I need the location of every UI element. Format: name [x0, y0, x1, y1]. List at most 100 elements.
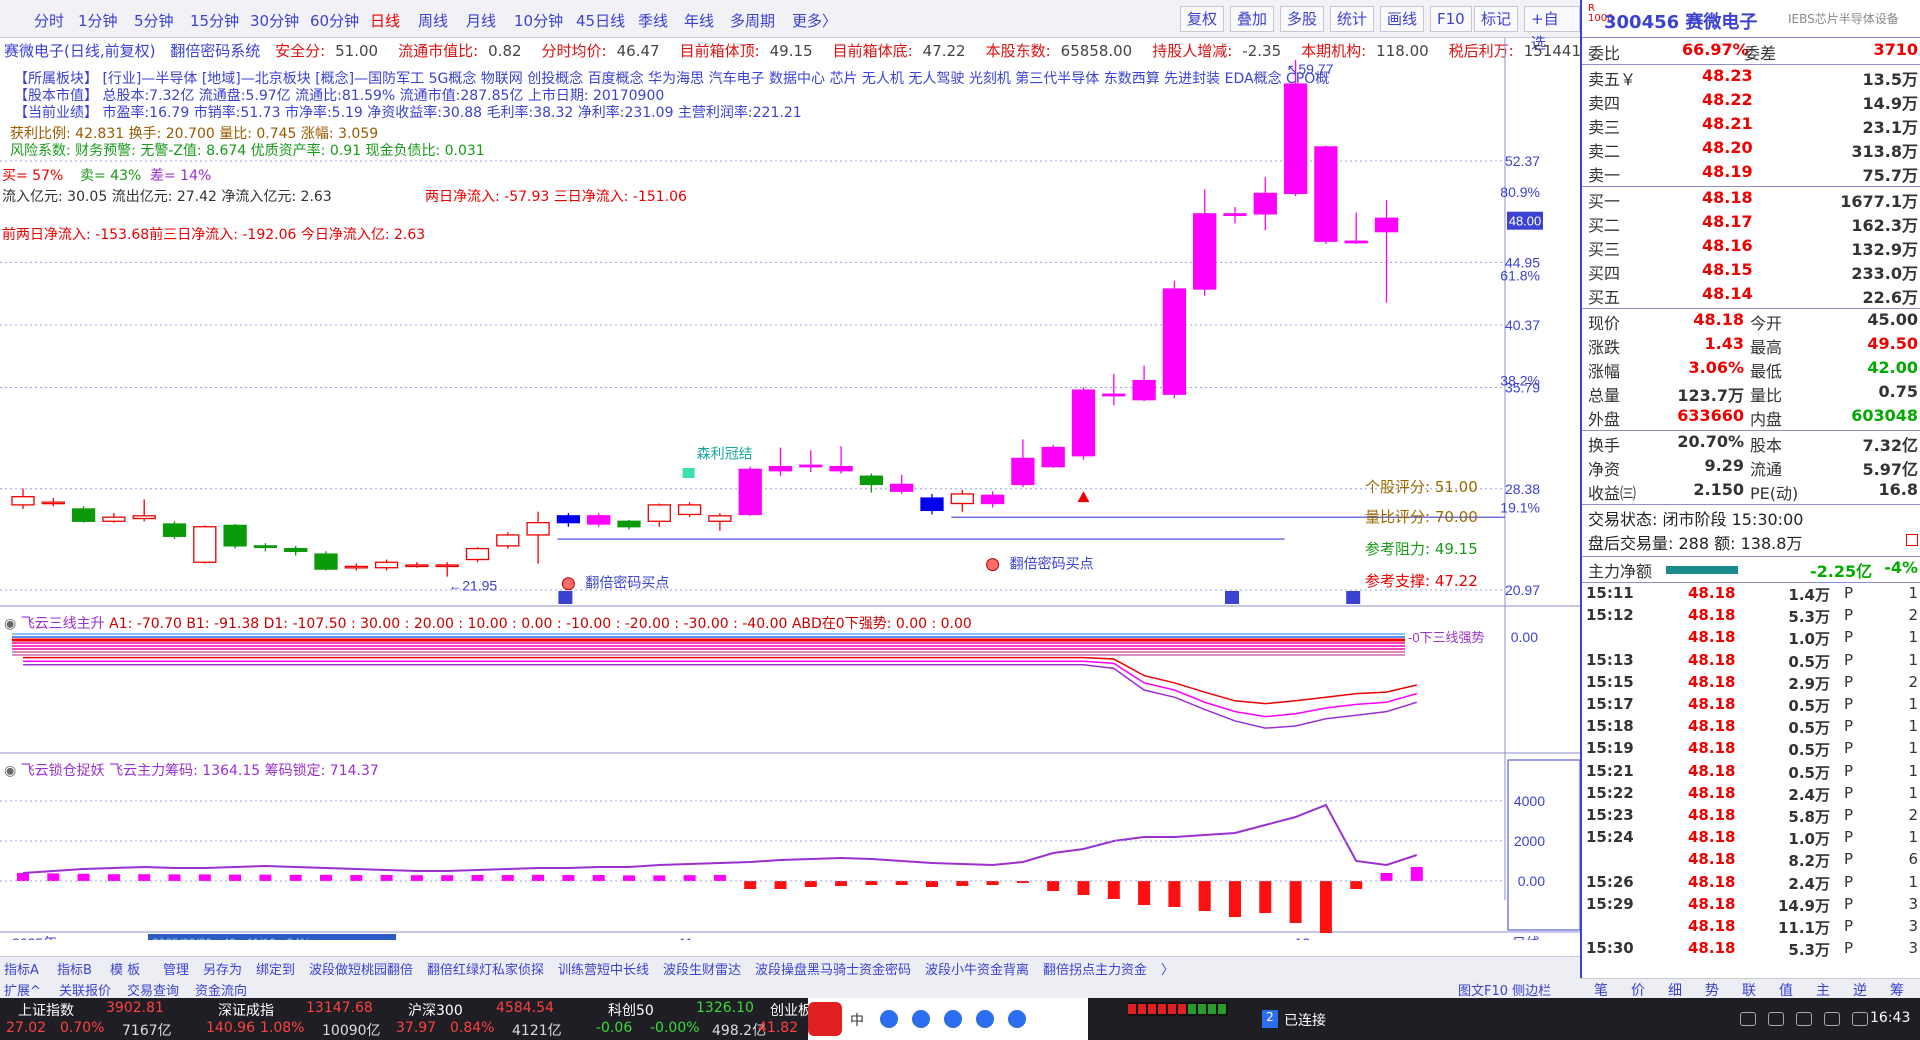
candle-body[interactable]	[162, 523, 187, 537]
candle-body[interactable]	[1041, 446, 1065, 468]
ask-row[interactable]: 卖五￥ 48.23 13.5万	[1582, 66, 1920, 90]
detail-tab[interactable]: 联	[1742, 980, 1756, 1000]
detail-tab[interactable]: 势	[1705, 980, 1719, 1000]
tray-icon-a[interactable]	[1768, 1012, 1784, 1026]
tray-icon-d[interactable]	[1852, 1012, 1868, 1026]
bid-row[interactable]: 买二 48.17 162.3万	[1582, 212, 1920, 236]
candle-body[interactable]	[617, 520, 641, 528]
buy-point-icon[interactable]	[986, 558, 1000, 572]
candle-body[interactable]	[920, 497, 944, 511]
period-tab[interactable]: 月线	[466, 10, 496, 31]
candle-body[interactable]	[526, 521, 550, 536]
toolbox-icon[interactable]	[1008, 1010, 1026, 1028]
candle-body[interactable]	[1011, 457, 1035, 486]
tray-icon-b[interactable]	[1796, 1012, 1812, 1026]
alert-icon[interactable]	[1906, 534, 1918, 546]
indicator-tab[interactable]: 波段做短桃园翻倍	[309, 959, 413, 978]
candle-body[interactable]	[223, 524, 247, 547]
tray-icon-c[interactable]	[1824, 1012, 1840, 1026]
extension-tab[interactable]: 扩展^	[4, 980, 41, 999]
candle-body[interactable]	[71, 508, 96, 522]
indicator-tab[interactable]: 翻倍红绿灯私家侦探	[427, 959, 544, 978]
period-tab[interactable]: 日线	[370, 10, 400, 31]
detail-tab[interactable]: 笔	[1594, 980, 1608, 1000]
candle-body[interactable]	[950, 493, 974, 505]
candle-body[interactable]	[102, 516, 126, 522]
index-item[interactable]: 上证指数 3902.81 27.02 0.70% 7167亿	[6, 998, 218, 1040]
candle-body[interactable]	[859, 475, 884, 486]
ask-row[interactable]: 卖四 48.22 14.9万	[1582, 90, 1920, 114]
bid-row[interactable]: 买四 48.15 233.0万	[1582, 260, 1920, 284]
period-tab[interactable]: 更多〉	[792, 10, 837, 31]
candle-body[interactable]	[405, 564, 429, 568]
candle-body[interactable]	[890, 483, 914, 492]
period-tab[interactable]: 多周期	[730, 10, 775, 31]
candle-body[interactable]	[11, 496, 35, 506]
candle-body[interactable]	[1193, 213, 1217, 290]
period-tab[interactable]: 5分钟	[134, 10, 174, 31]
indicator-tab[interactable]: 模 板	[110, 959, 140, 978]
indicator-tab[interactable]: 指标B	[57, 959, 92, 978]
period-tab[interactable]: 30分钟	[250, 10, 299, 31]
candle-body[interactable]	[768, 465, 793, 472]
candle-body[interactable]	[1102, 393, 1126, 397]
detail-tab[interactable]: 值	[1779, 980, 1793, 1000]
bid-row[interactable]: 买三 48.16 132.9万	[1582, 236, 1920, 260]
period-tab[interactable]: 季线	[638, 10, 668, 31]
tool-button[interactable]: 统计	[1330, 6, 1375, 32]
detail-tab[interactable]: 逆	[1853, 980, 1867, 1000]
ask-row[interactable]: 卖二 48.20 313.8万	[1582, 138, 1920, 162]
f10-sidebar-tab[interactable]: 图文F10 侧边栏	[1458, 980, 1551, 999]
indicator-tab[interactable]: 训练营短中长线	[558, 959, 649, 978]
period-tab[interactable]: 年线	[684, 10, 714, 31]
mic-icon[interactable]	[912, 1010, 930, 1028]
indicator-tab[interactable]: 波段操盘黑马骑士资金密码	[755, 959, 911, 978]
candle-body[interactable]	[1071, 389, 1096, 457]
candle-body[interactable]	[1374, 217, 1399, 233]
candle-body[interactable]	[253, 545, 278, 549]
tool-button[interactable]: 多股	[1280, 6, 1325, 32]
tool-button[interactable]: +自选	[1524, 6, 1580, 52]
candlestick-chart[interactable]: 翻倍密码买点翻倍密码买点森利冠结↖59.77←21.9552.3744.9540…	[0, 38, 1580, 940]
tool-button[interactable]: 标记	[1474, 6, 1519, 32]
candle-body[interactable]	[132, 515, 156, 520]
indicator-tab[interactable]: 波段生财雷达	[663, 959, 741, 978]
window-icon[interactable]	[1740, 1012, 1756, 1026]
candle-body[interactable]	[284, 547, 308, 552]
candle-body[interactable]	[980, 494, 1005, 505]
period-tab[interactable]: 10分钟	[514, 10, 563, 31]
period-tab[interactable]: 分时	[34, 10, 64, 31]
indicator-tab[interactable]: 波段小牛资金背离	[925, 959, 1029, 978]
detail-tab[interactable]: 主	[1816, 980, 1830, 1000]
candle-body[interactable]	[1344, 240, 1368, 244]
collapse-icon[interactable]: ◉	[4, 763, 16, 779]
indicator-tab[interactable]: 指标A	[4, 959, 39, 978]
candle-body[interactable]	[1283, 83, 1308, 195]
index-item[interactable]: 深证成指 13147.68 140.96 1.08% 10090亿	[206, 998, 418, 1040]
candle-body[interactable]	[1162, 288, 1187, 395]
tool-button[interactable]: F10	[1430, 6, 1472, 32]
period-tab[interactable]: 1分钟	[78, 10, 118, 31]
candle-body[interactable]	[374, 561, 399, 569]
bid-row[interactable]: 买五 48.14 22.6万	[1582, 284, 1920, 308]
emoji-icon[interactable]	[880, 1010, 898, 1028]
event-marker-icon[interactable]	[1346, 591, 1361, 604]
detail-tab[interactable]: 价	[1631, 980, 1645, 1000]
shirt-icon[interactable]	[976, 1010, 994, 1028]
candle-body[interactable]	[1253, 192, 1277, 215]
candle-body[interactable]	[465, 547, 490, 561]
candle-body[interactable]	[677, 504, 702, 516]
candle-body[interactable]	[799, 464, 823, 468]
extension-tab[interactable]: 关联报价	[59, 980, 111, 999]
period-tab[interactable]: 周线	[418, 10, 448, 31]
candle-body[interactable]	[829, 465, 853, 472]
event-marker-icon[interactable]	[1225, 591, 1239, 604]
candle-body[interactable]	[556, 515, 581, 524]
candle-body[interactable]	[647, 504, 671, 522]
indicator-tab[interactable]: 绑定到	[256, 959, 295, 978]
event-marker-icon[interactable]	[558, 591, 573, 604]
ask-row[interactable]: 卖三 48.21 23.1万	[1582, 114, 1920, 138]
extension-tab[interactable]: 交易查询	[127, 980, 179, 999]
indicator-tab[interactable]: 翻倍拐点主力资金	[1043, 959, 1147, 978]
tool-button[interactable]: 画线	[1380, 6, 1425, 32]
